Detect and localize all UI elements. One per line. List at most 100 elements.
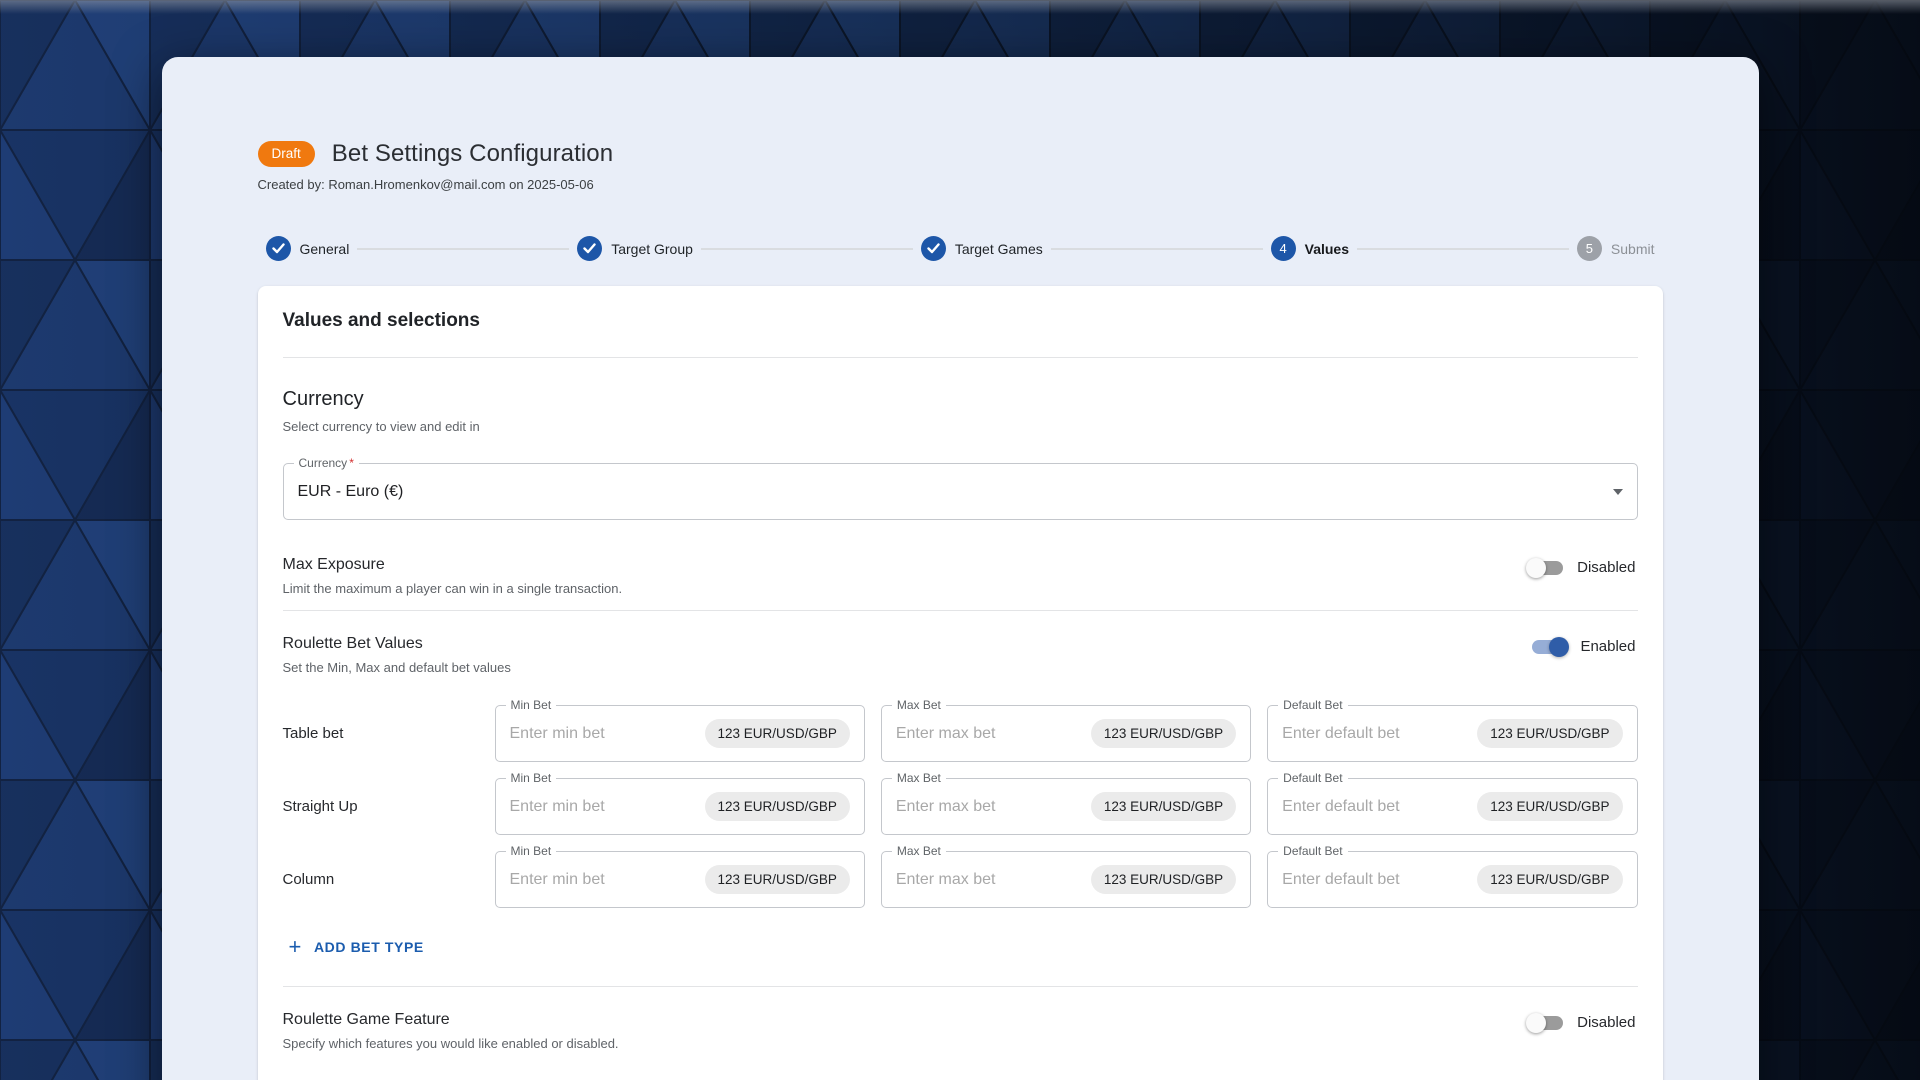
table-bet-max-field: Max Bet 123 EUR/USD/GBP [880,698,1252,762]
straight-up-max-field: Max Bet 123 EUR/USD/GBP [880,771,1252,835]
roulette-bet-values-toggle-label: Enabled [1580,638,1636,655]
draft-status-badge: Draft [257,141,315,167]
roulette-game-feature-description: Specify which features you would like en… [282,1036,619,1051]
table-bet-min-field: Min Bet 123 EUR/USD/GBP [494,698,865,762]
toggle-thumb [1526,557,1547,578]
currency-adornment-chip: 123 EUR/USD/GBP [1477,791,1623,822]
field-label: Max Bet [891,771,946,786]
currency-adornment-chip: 123 EUR/USD/GBP [704,791,850,822]
column-min-input[interactable] [509,870,695,889]
step-target-group[interactable]: Target Group [569,236,701,261]
straight-up-default-input[interactable] [1282,797,1468,816]
max-exposure-texts: Max Exposure Limit the maximum a player … [283,556,623,596]
roulette-bet-values-title: Roulette Bet Values [282,635,423,652]
step-label: Target Games [954,240,1043,257]
step-number-icon: 4 [1270,236,1296,261]
currency-adornment-chip: 123 EUR/USD/GBP [704,718,850,749]
max-exposure-toggle-group: Disabled [1526,557,1637,578]
bet-values-grid: Table bet Min Bet 123 EUR/USD/GBP Max Be… [282,698,1638,908]
step-label: Submit [1610,240,1655,257]
max-exposure-description: Limit the maximum a player can win in a … [282,581,623,596]
check-icon [577,236,603,261]
field-label: Min Bet [505,771,557,786]
currency-adornment-chip: 123 EUR/USD/GBP [1090,718,1237,749]
roulette-game-feature-row: Roulette Game Feature Specify which feat… [283,1011,1638,1051]
stepper: General Target Group Target Games 4 Valu… [258,236,1663,261]
divider [282,986,1638,987]
main-panel: Draft Bet Settings Configuration Created… [161,57,1759,1080]
bet-row-label: Table bet [282,725,344,742]
straight-up-min-input[interactable] [509,797,695,816]
stepper-connector [357,247,570,250]
divider [282,357,1638,358]
step-submit[interactable]: 5 Submit [1569,236,1663,261]
plus-icon: + [288,934,302,959]
roulette-game-feature-toggle[interactable] [1526,1012,1564,1033]
currency-select-value: EUR - Euro (€) [297,482,404,500]
currency-adornment-chip: 123 EUR/USD/GBP [1477,864,1623,895]
currency-subheading: Select currency to view and edit in [282,419,480,434]
straight-up-max-input[interactable] [895,797,1081,816]
column-max-field: Max Bet 123 EUR/USD/GBP [880,844,1252,908]
table-bet-default-field: Default Bet 123 EUR/USD/GBP [1267,698,1638,762]
step-number-icon: 5 [1576,236,1602,261]
stepper-connector [1357,247,1569,250]
table-bet-default-input[interactable] [1282,724,1468,743]
roulette-game-feature-toggle-label: Disabled [1577,1014,1636,1031]
roulette-bet-values-toggle-group: Enabled [1532,636,1637,657]
roulette-bet-values-description: Set the Min, Max and default bet values [282,660,511,675]
column-max-input[interactable] [895,870,1081,889]
field-label: Default Bet [1278,698,1348,713]
roulette-game-feature-toggle-group: Disabled [1526,1012,1637,1033]
straight-up-default-field: Default Bet 123 EUR/USD/GBP [1267,771,1638,835]
bet-row-label: Straight Up [282,798,358,815]
chevron-down-icon [1612,488,1623,495]
stepper-connector [700,247,913,250]
column-default-input[interactable] [1282,870,1468,889]
values-card: Values and selections Currency Select cu… [257,286,1663,1080]
table-bet-max-input[interactable] [895,724,1081,743]
step-label: General [299,240,350,257]
field-label: Min Bet [505,844,557,859]
roulette-game-feature-title: Roulette Game Feature [282,1011,450,1028]
page-header: Draft Bet Settings Configuration [257,140,1663,168]
page-title: Bet Settings Configuration [331,140,614,167]
add-bet-type-label: ADD BET TYPE [313,939,424,955]
roulette-bet-values-texts: Roulette Bet Values Set the Min, Max and… [283,635,511,675]
field-label: Min Bet [505,698,557,713]
stepper-connector [1050,247,1263,250]
straight-up-min-field: Min Bet 123 EUR/USD/GBP [494,771,865,835]
max-exposure-title: Max Exposure [282,556,385,573]
max-exposure-row: Max Exposure Limit the maximum a player … [283,556,1638,596]
step-label: Values [1304,240,1350,257]
step-general[interactable]: General [258,236,358,261]
currency-adornment-chip: 123 EUR/USD/GBP [1477,718,1623,749]
field-label: Default Bet [1278,771,1348,786]
currency-heading: Currency [282,388,364,410]
card-title: Values and selections [282,310,480,331]
check-icon [920,236,946,261]
created-by-text: Created by: Roman.Hromenkov@mail.com on … [257,177,594,192]
divider [282,610,1638,611]
roulette-game-feature-texts: Roulette Game Feature Specify which feat… [283,1011,619,1051]
check-icon [265,236,291,261]
currency-select[interactable]: Currency * EUR - Euro (€) [282,456,1638,520]
step-values[interactable]: 4 Values [1263,236,1357,261]
field-label: Default Bet [1278,844,1348,859]
bet-row-label: Column [282,871,335,888]
add-bet-type-button[interactable]: + ADD BET TYPE [283,930,430,964]
roulette-bet-values-row: Roulette Bet Values Set the Min, Max and… [283,635,1638,675]
currency-adornment-chip: 123 EUR/USD/GBP [1090,791,1237,822]
roulette-bet-values-toggle[interactable] [1532,636,1570,657]
step-target-games[interactable]: Target Games [913,236,1051,261]
toggle-thumb [1549,636,1570,657]
step-label: Target Group [611,240,693,257]
currency-adornment-chip: 123 EUR/USD/GBP [704,864,850,895]
table-bet-min-input[interactable] [509,724,695,743]
required-asterisk: * [349,456,354,470]
field-label: Max Bet [891,844,946,859]
toggle-thumb [1526,1012,1547,1033]
column-min-field: Min Bet 123 EUR/USD/GBP [494,844,865,908]
field-label: Max Bet [891,698,946,713]
max-exposure-toggle[interactable] [1526,557,1564,578]
